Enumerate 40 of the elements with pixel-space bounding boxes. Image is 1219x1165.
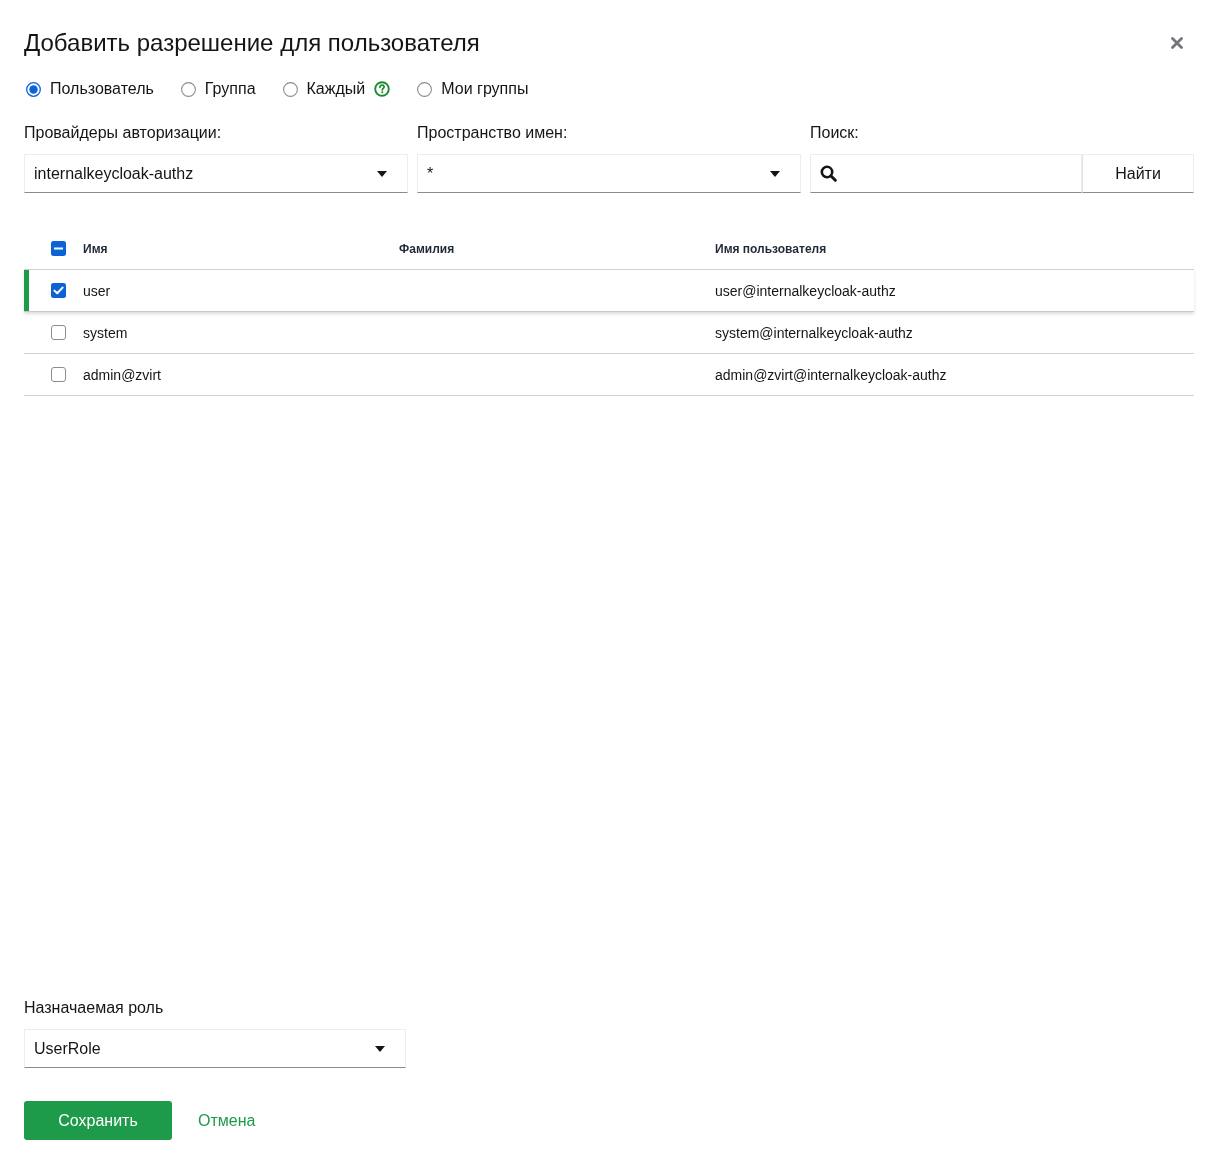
dropdown[interactable]: * (417, 154, 801, 193)
search-button[interactable]: Найти (1082, 154, 1194, 193)
select-all-checkbox[interactable] (51, 241, 66, 256)
dropdown[interactable]: UserRole (24, 1029, 406, 1068)
row-checkbox[interactable] (51, 325, 66, 340)
field-label: Поиск: (810, 123, 860, 143)
caret-icon (377, 170, 387, 177)
radio-option[interactable]: Группа (180, 79, 256, 99)
radio-option[interactable]: Мои группы (417, 79, 529, 99)
row-checkbox[interactable] (51, 283, 66, 298)
caret-icon (375, 1045, 385, 1052)
radio-button[interactable] (180, 81, 196, 97)
radio-button[interactable] (26, 81, 41, 97)
radio-button[interactable] (417, 81, 433, 97)
table-cell: admin@zvirt@internalkeycloak-authz (715, 366, 947, 383)
row-checkbox[interactable] (51, 367, 66, 382)
radio-option[interactable]: Каждый (282, 79, 366, 99)
dropdown[interactable]: internalkeycloak-authz (24, 154, 408, 193)
radio-option[interactable]: Пользователь (26, 79, 154, 99)
column-header[interactable]: Фамилия (399, 241, 455, 256)
field-label: Провайдеры авторизации: (24, 123, 223, 143)
caret-icon (770, 170, 780, 177)
table-cell: system (83, 324, 128, 341)
table-cell: admin@zvirt (83, 366, 161, 383)
search-icon (820, 165, 837, 182)
cancel-link[interactable]: Отмена (198, 1101, 256, 1140)
field-label: Назначаемая роль (24, 998, 165, 1018)
dialog-title: Добавить разрешение для пользователя (24, 28, 480, 58)
table-cell: user@internalkeycloak-authz (715, 282, 896, 299)
table-cell: system@internalkeycloak-authz (715, 324, 913, 341)
save-button[interactable]: Сохранить (24, 1101, 172, 1140)
table-row[interactable]: user user@internalkeycloak-authz (24, 270, 1194, 312)
help-icon[interactable] (374, 81, 391, 97)
close-icon[interactable] (1171, 37, 1183, 49)
field-label: Пространство имен: (417, 123, 569, 143)
table-cell: user (83, 282, 111, 299)
column-header[interactable]: Имя пользователя (715, 241, 827, 256)
column-header[interactable]: Имя (83, 241, 108, 256)
search-field[interactable] (810, 154, 1082, 193)
radio-button[interactable] (282, 81, 298, 97)
